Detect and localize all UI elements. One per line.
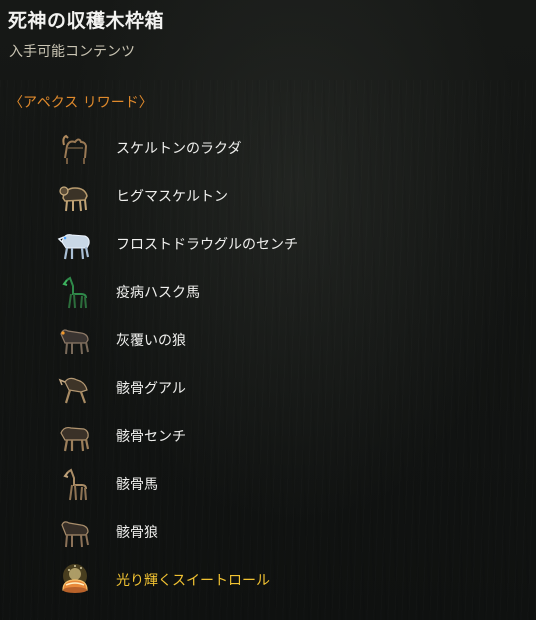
reward-item[interactable]: 骸骨狼 — [0, 508, 536, 556]
reward-item-label: ヒグマスケルトン — [116, 189, 228, 205]
reward-item[interactable]: ヒグマスケルトン — [0, 172, 536, 220]
grizzly-skeleton-icon — [59, 186, 88, 212]
reward-item-label: 灰覆いの狼 — [116, 333, 186, 349]
reward-item[interactable]: スケルトンのラクダ — [0, 124, 536, 172]
reward-item-label: スケルトンのラクダ — [116, 141, 242, 157]
bone-senche-icon — [60, 426, 90, 452]
reward-item[interactable]: 骸骨センチ — [0, 412, 536, 460]
reward-item[interactable]: フロストドラウグルのセンチ — [0, 220, 536, 268]
plague-husk-horse-icon — [62, 276, 87, 309]
reward-item-label: 骸骨グアル — [116, 381, 186, 397]
reward-item-label: 骸骨狼 — [116, 525, 158, 541]
glowing-sweetroll-icon — [62, 564, 88, 593]
ash-shroud-wolf-icon — [60, 329, 89, 355]
reward-item[interactable]: 骸骨馬 — [0, 460, 536, 508]
reward-item-label: フロストドラウグルのセンチ — [116, 237, 298, 253]
crate-title: 死神の収穫木枠箱 — [8, 10, 165, 32]
bone-wolf-icon — [61, 521, 89, 548]
crate-contents-tooltip: 死神の収穫木枠箱 入手可能コンテンツ 〈アペクス リワード〉 スケルトンのラクダ — [0, 0, 536, 620]
reward-item[interactable]: 光り輝くスイートロール — [0, 556, 536, 604]
reward-item-label: 骸骨センチ — [116, 429, 186, 445]
reward-item-label: 疫病ハスク馬 — [116, 285, 200, 301]
frost-draugr-saber-icon — [57, 234, 90, 260]
bone-guar-icon — [58, 377, 88, 404]
skeleton-camel-icon — [62, 134, 88, 164]
reward-item-label: 骸骨馬 — [116, 477, 158, 493]
reward-item[interactable]: 疫病ハスク馬 — [0, 268, 536, 316]
reward-item[interactable]: 骸骨グアル — [0, 364, 536, 412]
reward-item[interactable]: 灰覆いの狼 — [0, 316, 536, 364]
bone-horse-icon — [63, 468, 87, 501]
contents-subtitle: 入手可能コンテンツ — [9, 44, 135, 60]
reward-item-label: 光り輝くスイートロール — [116, 573, 270, 589]
apex-reward-header: 〈アペクス リワード〉 — [9, 95, 153, 111]
